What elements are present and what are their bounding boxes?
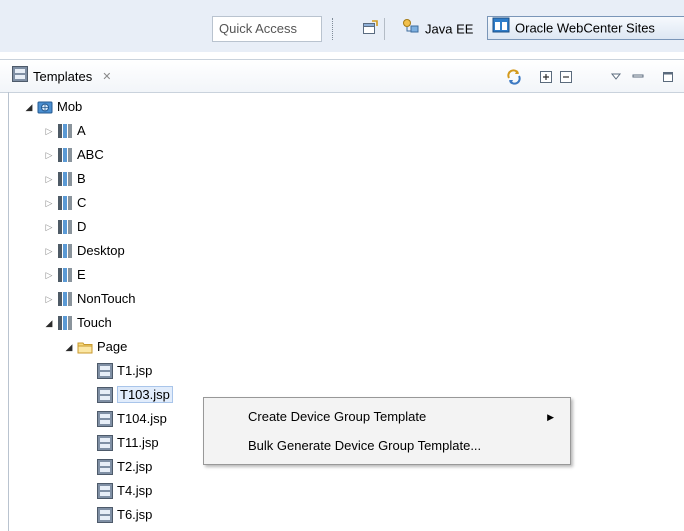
template-file-icon: [97, 458, 113, 475]
template-file-icon: [97, 482, 113, 499]
menu-item-label: Bulk Generate Device Group Template...: [248, 438, 482, 453]
tree-file-label: T6.jsp: [117, 506, 153, 522]
tree-file-item[interactable]: T1.jsp: [95, 359, 152, 383]
template-file-icon: [97, 434, 113, 451]
java-ee-perspective-icon: [402, 18, 420, 41]
expand-arrow-icon[interactable]: ▷: [43, 168, 55, 190]
template-file-icon: [97, 410, 113, 427]
close-tab-icon[interactable]: ✕: [102, 71, 111, 83]
template-file-icon: [97, 386, 113, 403]
tree-file-label: T104.jsp: [117, 410, 167, 426]
expand-arrow-icon[interactable]: ▷: [43, 264, 55, 286]
tree-group-label: NonTouch: [77, 290, 136, 306]
device-group-icon: [57, 267, 73, 283]
tree-file-item[interactable]: T104.jsp: [95, 407, 167, 431]
toolbar-separator: [384, 18, 385, 40]
device-group-icon: [57, 219, 73, 235]
tree-file-item[interactable]: T11.jsp: [95, 431, 159, 455]
refresh-icon[interactable]: [506, 69, 522, 85]
tree-file-item-selected[interactable]: T103.jsp: [95, 383, 173, 407]
tree-file-label: T2.jsp: [117, 458, 153, 474]
device-group-icon: [57, 147, 73, 163]
tree-group-label: A: [77, 122, 86, 138]
tree-folder-item[interactable]: ◢ Page: [63, 335, 128, 359]
java-ee-perspective-button[interactable]: Java EE: [402, 18, 473, 40]
quick-access-field[interactable]: Quick Access: [212, 16, 322, 42]
expand-arrow-icon[interactable]: ▷: [43, 120, 55, 142]
expand-arrow-icon[interactable]: ▷: [43, 144, 55, 166]
maximize-icon[interactable]: [660, 69, 676, 85]
tree-file-label: T1.jsp: [117, 362, 153, 378]
tree-file-item[interactable]: T6.jsp: [95, 503, 152, 527]
view-menu-icon[interactable]: [608, 69, 624, 85]
tree-group-item[interactable]: ▷ Desktop: [43, 239, 125, 263]
toolbar-grip[interactable]: [332, 18, 335, 40]
site-icon: [37, 99, 53, 115]
device-group-icon: [57, 315, 73, 331]
tree-group-label: Desktop: [77, 242, 125, 258]
templates-view-icon: [12, 66, 28, 88]
folder-icon: [77, 339, 93, 355]
tree-folder-label: Page: [97, 338, 128, 354]
bulk-generate-device-group-template-item[interactable]: Bulk Generate Device Group Template...: [204, 433, 570, 459]
java-ee-label: Java EE: [425, 21, 474, 37]
tree-group-label: E: [77, 266, 86, 282]
templates-tree: ◢ Mob ▷ A ▷ ABC ▷ B ▷ C ▷ D ▷ Desktop ▷ E ▷ NonT…: [8, 92, 684, 531]
webcenter-sites-perspective-icon: [492, 17, 510, 40]
device-group-icon: [57, 171, 73, 187]
open-perspective-icon[interactable]: [362, 20, 378, 36]
device-group-icon: [57, 291, 73, 307]
tree-group-item[interactable]: ▷ C: [43, 191, 86, 215]
template-file-icon: [97, 506, 113, 523]
tree-root-label: Mob: [57, 98, 83, 114]
tree-file-label: T11.jsp: [117, 434, 159, 450]
templates-tab[interactable]: Templates ✕: [12, 66, 111, 92]
tree-group-label: D: [77, 218, 87, 234]
collapse-all-icon[interactable]: [558, 69, 574, 85]
tree-group-label: ABC: [77, 146, 104, 162]
oracle-webcenter-sites-label: Oracle WebCenter Sites: [515, 20, 655, 36]
tree-group-item[interactable]: ▷ A: [43, 119, 86, 143]
tree-group-item[interactable]: ▷ B: [43, 167, 86, 191]
main-toolbar: Quick Access Java EE Oracle WebCenter Si…: [0, 0, 684, 52]
device-group-icon: [57, 195, 73, 211]
template-file-icon: [97, 362, 113, 379]
tree-file-item[interactable]: T4.jsp: [95, 479, 152, 503]
device-group-icon: [57, 123, 73, 139]
collapse-arrow-icon[interactable]: ◢: [63, 336, 75, 358]
expand-arrow-icon[interactable]: ▷: [43, 240, 55, 262]
tree-group-item[interactable]: ▷ NonTouch: [43, 287, 136, 311]
tree-group-item[interactable]: ▷ ABC: [43, 143, 104, 167]
minimize-icon[interactable]: [630, 69, 646, 85]
expand-arrow-icon[interactable]: ▷: [43, 192, 55, 214]
expand-arrow-icon[interactable]: ▷: [43, 288, 55, 310]
tree-file-label: T4.jsp: [117, 482, 153, 498]
tree-group-label: B: [77, 170, 86, 186]
expand-all-icon[interactable]: [538, 69, 554, 85]
tree-group-item[interactable]: ▷ E: [43, 263, 86, 287]
tree-group-item[interactable]: ▷ D: [43, 215, 86, 239]
templates-view-header: Templates ✕: [0, 59, 684, 93]
templates-tab-label: Templates: [33, 69, 93, 84]
device-group-icon: [57, 243, 73, 259]
tree-root-item[interactable]: ◢ Mob: [23, 95, 83, 119]
tree-file-label: T103.jsp: [117, 385, 173, 403]
create-device-group-template-item[interactable]: Create Device Group Template ▶: [204, 404, 570, 430]
tree-group-item[interactable]: ◢ Touch: [43, 311, 112, 335]
collapse-arrow-icon[interactable]: ◢: [23, 96, 35, 118]
oracle-webcenter-sites-perspective-button[interactable]: Oracle WebCenter Sites: [487, 16, 684, 40]
tree-file-item[interactable]: T2.jsp: [95, 455, 152, 479]
tree-group-label: Touch: [77, 314, 112, 330]
collapse-arrow-icon[interactable]: ◢: [43, 312, 55, 334]
menu-item-label: Create Device Group Template: [248, 409, 427, 424]
expand-arrow-icon[interactable]: ▷: [43, 216, 55, 238]
tree-group-label: C: [77, 194, 87, 210]
submenu-arrow-icon: ▶: [547, 412, 554, 422]
context-menu: Create Device Group Template ▶ Bulk Gene…: [203, 397, 571, 465]
